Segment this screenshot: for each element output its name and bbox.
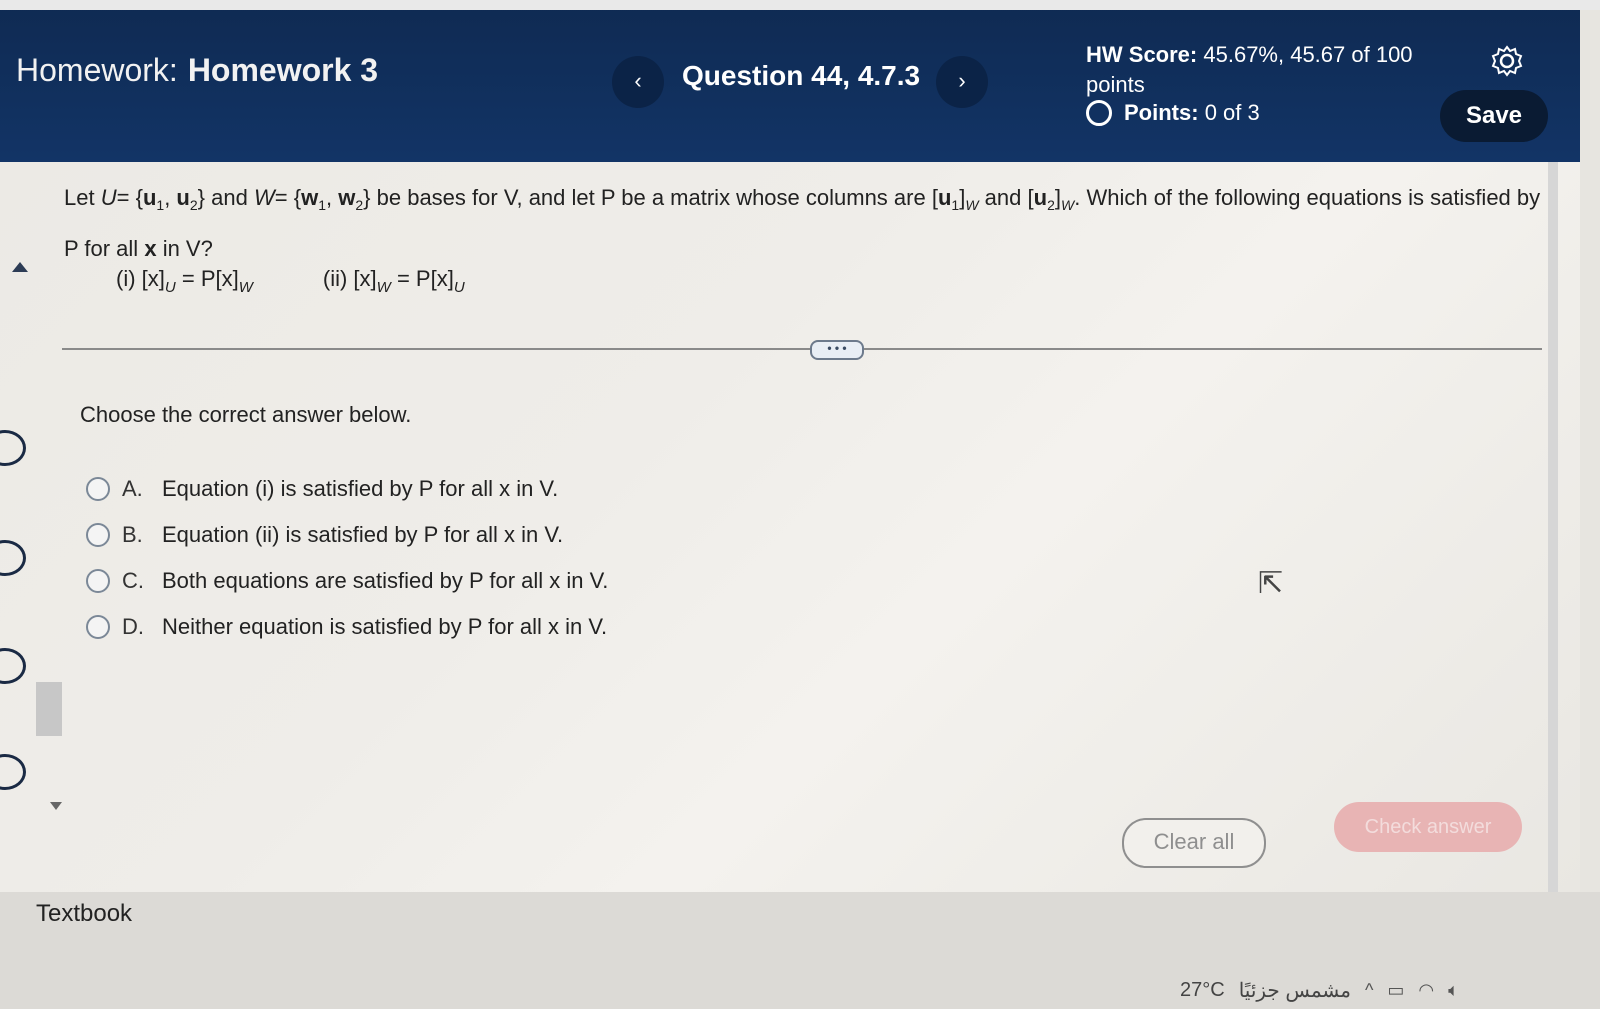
radio-c[interactable] — [86, 569, 110, 593]
save-button[interactable]: Save — [1440, 90, 1548, 142]
q-eq2: = — [274, 185, 288, 210]
eq1-prefix: (i) [x] — [116, 266, 165, 291]
volume-icon[interactable]: 🔈︎ — [1448, 980, 1459, 1001]
gear-icon[interactable] — [1490, 44, 1524, 78]
q-w1: w — [301, 185, 319, 210]
hw-score: HW Score: 45.67%, 45.67 of 100 points — [1086, 40, 1416, 100]
eq2-sub: W — [376, 279, 391, 296]
expand-more-button[interactable]: • • • — [810, 340, 864, 360]
homework-title: Homework: Homework 3 — [16, 52, 378, 89]
q-and1: and — [211, 185, 248, 210]
choice-b-text: Equation (ii) is satisfied by P for all … — [162, 522, 564, 547]
choice-a-letter: A. — [122, 476, 143, 501]
section-divider — [62, 348, 1542, 350]
choice-d-text: Neither equation is satisfied by P for a… — [162, 614, 608, 639]
q-col-W2: W — [1061, 197, 1075, 213]
weather-temperature[interactable]: 27°C — [1180, 979, 1225, 1002]
q-col-u1: u — [937, 185, 952, 210]
q-col-u2: u — [1033, 185, 1048, 210]
q-U: U — [100, 185, 117, 210]
choice-c[interactable]: C. Both equations are satisfied by P for… — [86, 558, 608, 604]
q-w2: w — [338, 185, 356, 210]
q-in-v: in V? — [162, 236, 213, 261]
eq2-prefix: (ii) [x] — [322, 266, 377, 291]
q-wsub1: 1 — [318, 197, 326, 213]
q-sub2: 2 — [189, 197, 198, 213]
equation-ii: (ii) [x]W = P[x]U — [323, 266, 465, 296]
points-indicator: Points: 0 of 3 — [1086, 100, 1260, 126]
points-value: 0 of 3 — [1204, 100, 1260, 125]
q-let: Let — [64, 185, 95, 210]
homework-name: Homework 3 — [187, 52, 379, 88]
choice-a-text: Equation (i) is satisfied by P for all x… — [162, 476, 559, 501]
eq2-sub2: U — [453, 279, 465, 296]
q-u2: u — [176, 185, 190, 210]
taskbar-tray: 27°C مشمس جزئيًا ^ ▭ ◠ 🔈︎ — [1180, 972, 1600, 1009]
equation-i: (i) [x]U = P[x]W — [116, 266, 253, 296]
rail-circle-icon — [0, 430, 26, 466]
textbook-link[interactable]: Textbook — [36, 900, 132, 928]
previous-question-button[interactable]: ‹ — [612, 56, 664, 108]
radio-b[interactable] — [86, 523, 110, 547]
question-text: Let U= {u1, u2} and W= {w1, w2} be bases… — [64, 185, 1541, 261]
rail-circle-icon — [0, 754, 26, 790]
clear-all-button[interactable]: Clear all — [1122, 818, 1266, 868]
weather-text[interactable]: مشمس جزئيًا — [1239, 978, 1351, 1003]
eq1-sub: U — [164, 279, 176, 296]
choice-b-letter: B. — [122, 522, 143, 547]
rail-circle-icon — [0, 648, 26, 684]
points-ring-icon — [1086, 100, 1112, 126]
rail-circle-icon — [0, 540, 26, 576]
points-label: Points: — [1124, 100, 1199, 125]
check-answer-button[interactable]: Check answer — [1334, 802, 1522, 852]
scroll-down-icon[interactable] — [50, 802, 62, 810]
q-u1: u — [142, 185, 157, 210]
battery-icon[interactable]: ▭ — [1387, 980, 1404, 1001]
q-x: x — [144, 236, 157, 261]
question-label: Question 44, 4.7.3 — [682, 60, 921, 91]
q-wsub2: 2 — [355, 197, 364, 213]
eq1-sub2: W — [238, 279, 253, 296]
question-panel: Let U= {u1, u2} and W= {w1, w2} be bases… — [0, 162, 1580, 892]
choice-c-letter: C. — [122, 568, 144, 593]
left-rail — [0, 162, 62, 892]
next-question-button[interactable]: › — [936, 56, 988, 108]
eq2-mid: = P[x] — [396, 266, 454, 291]
rail-scroll-thumb[interactable] — [36, 682, 62, 736]
choice-c-text: Both equations are satisfied by P for al… — [162, 568, 609, 593]
q-W: W — [253, 185, 275, 210]
radio-d[interactable] — [86, 615, 110, 639]
browser-strip — [0, 0, 1600, 10]
q-body: be bases for V, and let P be a matrix wh… — [376, 185, 926, 210]
header-bar: Homework: Homework 3 ‹ Question 44, 4.7.3… — [0, 0, 1600, 162]
radio-a[interactable] — [86, 477, 110, 501]
q-col-W1: W — [965, 197, 979, 213]
answer-prompt: Choose the correct answer below. — [80, 402, 412, 427]
score-label: HW Score: — [1086, 42, 1198, 67]
choice-b[interactable]: B. Equation (ii) is satisfied by P for a… — [86, 512, 608, 558]
right-scrollbar[interactable] — [1548, 162, 1558, 892]
choice-d[interactable]: D. Neither equation is satisfied by P fo… — [86, 604, 608, 650]
homework-prefix: Homework: — [16, 52, 178, 88]
choice-a[interactable]: A. Equation (i) is satisfied by P for al… — [86, 466, 608, 512]
q-sub1: 1 — [156, 197, 165, 213]
equations: (i) [x]U = P[x]W (ii) [x]W = P[x]U — [116, 266, 465, 296]
eq1-mid: = P[x] — [181, 266, 239, 291]
choice-d-letter: D. — [122, 614, 144, 639]
scroll-up-icon[interactable] — [12, 262, 28, 272]
mouse-cursor-icon: ⇱ — [1258, 567, 1284, 600]
q-col-sub2: 2 — [1047, 197, 1055, 213]
q-eq: = — [116, 185, 130, 210]
q-col-sub1: 1 — [951, 197, 960, 213]
q-and2: and — [984, 185, 1022, 210]
chevron-up-icon[interactable]: ^ — [1365, 980, 1373, 1001]
answer-choices: A. Equation (i) is satisfied by P for al… — [86, 466, 608, 650]
footer-bar: Textbook 27°C مشمس جزئيًا ^ ▭ ◠ 🔈︎ — [0, 892, 1600, 1009]
wifi-icon[interactable]: ◠ — [1418, 980, 1434, 1001]
